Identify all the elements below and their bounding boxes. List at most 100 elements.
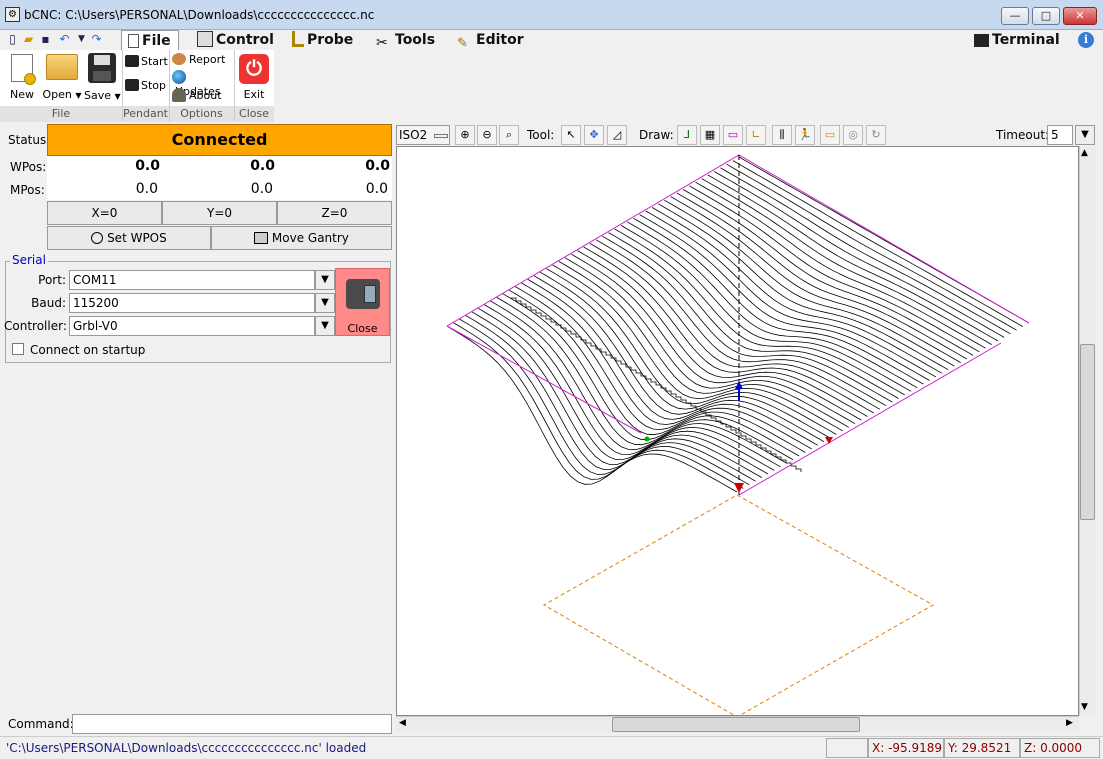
gcode-canvas[interactable] [396, 146, 1079, 718]
about-button[interactable]: About [172, 88, 232, 104]
command-input[interactable] [72, 714, 392, 734]
redo-icon[interactable]: ↷ [89, 32, 104, 47]
toolpath-view [446, 154, 1030, 718]
refresh-icon[interactable]: ↻ [866, 125, 886, 145]
zoom-out-icon[interactable]: ⊖ [477, 125, 497, 145]
toolpath-line [626, 221, 918, 389]
save-icon[interactable]: ▪ [38, 32, 53, 47]
toolpath-line [490, 300, 781, 468]
box-icon[interactable]: ▭ [820, 125, 840, 145]
new-button[interactable]: New [6, 52, 38, 102]
axes-icon[interactable]: ⅃ [677, 125, 697, 145]
crosshair-icon [91, 232, 104, 244]
zero-y-button[interactable]: Y=0 [162, 201, 277, 225]
close-window-button[interactable]: ✕ [1063, 7, 1097, 25]
new-file-icon [11, 54, 36, 85]
toolpath-line [676, 192, 968, 360]
serial-title: Serial [10, 253, 48, 267]
chevron-down-icon: ▼ [321, 320, 329, 331]
controller-field[interactable]: Grbl-V0 [69, 316, 315, 336]
timeout-field[interactable]: 5 [1047, 125, 1073, 145]
user-icon [172, 88, 186, 102]
zero-z-button[interactable]: Z=0 [277, 201, 392, 225]
tab-probe[interactable]: Probe [290, 30, 360, 50]
pan-move-icon[interactable]: ✥ [584, 125, 604, 145]
exit-button[interactable]: ⏻ Exit [237, 52, 271, 102]
toolpath-line [577, 250, 868, 417]
pendant-start-button[interactable]: Start [125, 54, 170, 70]
serial-close-button[interactable]: Close [335, 268, 390, 336]
baud-field[interactable]: 115200 [69, 293, 315, 313]
vertical-scroll-thumb[interactable] [1080, 344, 1095, 520]
globe-icon [172, 70, 186, 84]
toolpath-line [496, 297, 787, 464]
scroll-left-icon[interactable]: ◀ [399, 718, 406, 728]
x-axis-arrow [825, 437, 833, 444]
baud-dropdown-button[interactable]: ▼ [315, 293, 335, 313]
tab-editor[interactable]: ✎ Editor [455, 30, 525, 51]
save-button[interactable]: Save ▼ [84, 52, 121, 104]
set-wpos-button[interactable]: Set WPOS [47, 226, 211, 250]
chevron-down-icon: ▼ [321, 297, 329, 308]
port-dropdown-button[interactable]: ▼ [315, 270, 335, 290]
mpos-z-value: 0.0 [365, 181, 388, 197]
toolpath-line [658, 203, 949, 371]
probe-draw-icon[interactable]: ⫼ [772, 125, 792, 145]
workarea-icon[interactable]: ∟ [746, 125, 766, 145]
tab-file[interactable]: File [121, 30, 179, 50]
mpos-y-value: 0.0 [250, 181, 273, 197]
updates-button[interactable]: Updates [172, 70, 234, 98]
toolpath-line [701, 178, 992, 345]
pendant-stop-button[interactable]: Stop [125, 78, 170, 94]
chevron-down-icon[interactable]: ▼ [74, 32, 89, 47]
help-info-icon[interactable]: i [1078, 32, 1094, 48]
toolpath-line [664, 199, 955, 367]
mpos-x-value: 0.0 [135, 181, 158, 197]
tab-tools[interactable]: ✂ Tools [374, 30, 444, 51]
camera-icon[interactable]: ◎ [843, 125, 863, 145]
open-button[interactable]: Open ▼ [42, 52, 82, 104]
move-gantry-button[interactable]: Move Gantry [211, 226, 392, 250]
y-coordinate: Y: 29.8521 [944, 738, 1020, 758]
margin-icon[interactable]: ▭ [723, 125, 743, 145]
scroll-up-icon[interactable]: ▲ [1081, 148, 1088, 158]
timeout-label: Timeout: [996, 128, 1050, 142]
new-label: New [10, 88, 34, 101]
file-icon [128, 34, 139, 48]
new-file-icon[interactable]: ▯ [5, 32, 20, 47]
chevron-down-icon: ▼ [114, 92, 121, 101]
maximize-button[interactable]: □ [1032, 7, 1060, 25]
tab-control[interactable]: Control [195, 30, 275, 50]
grid-icon[interactable]: ▦ [700, 125, 720, 145]
status-message: 'C:\Users\PERSONAL\Downloads\ccccccccccc… [6, 741, 367, 755]
zoom-fit-icon[interactable]: ⌕ [499, 125, 519, 145]
group-label-pendant: Pendant [123, 107, 168, 120]
margin-boundary [738, 342, 1002, 496]
select-arrow-icon[interactable]: ↖ [561, 125, 581, 145]
zero-x-button[interactable]: X=0 [47, 201, 162, 225]
port-field[interactable]: COM11 [69, 270, 315, 290]
controller-dropdown-button[interactable]: ▼ [315, 316, 335, 336]
chevron-down-icon: ▼ [1081, 129, 1089, 140]
view-select[interactable]: ISO2 [396, 125, 450, 145]
horizontal-scroll-thumb[interactable] [612, 717, 860, 732]
port-label: Port: [38, 273, 66, 287]
toolpath-line [620, 225, 912, 392]
report-button[interactable]: Report [172, 52, 232, 68]
scroll-right-icon[interactable]: ▶ [1066, 718, 1073, 728]
connect-on-startup-checkbox[interactable] [12, 343, 24, 355]
undo-icon[interactable]: ↶ [57, 32, 72, 47]
save-disk-icon [88, 53, 116, 83]
scroll-down-icon[interactable]: ▼ [1081, 702, 1088, 712]
tab-terminal[interactable]: Terminal [972, 30, 1062, 50]
ruler-icon[interactable]: ◿ [607, 125, 627, 145]
timeout-dropdown-button[interactable]: ▼ [1075, 125, 1095, 145]
save-label: Save [84, 89, 112, 102]
zoom-in-icon[interactable]: ⊕ [455, 125, 475, 145]
toolpath-line [651, 207, 943, 374]
mpos-label: MPos: [10, 183, 45, 197]
open-folder-icon[interactable]: ▰ [21, 32, 36, 47]
window-title: bCNC: C:\Users\PERSONAL\Downloads\cccccc… [24, 8, 375, 22]
rapid-icon[interactable]: 🏃 [795, 125, 815, 145]
minimize-button[interactable]: — [1001, 7, 1029, 25]
